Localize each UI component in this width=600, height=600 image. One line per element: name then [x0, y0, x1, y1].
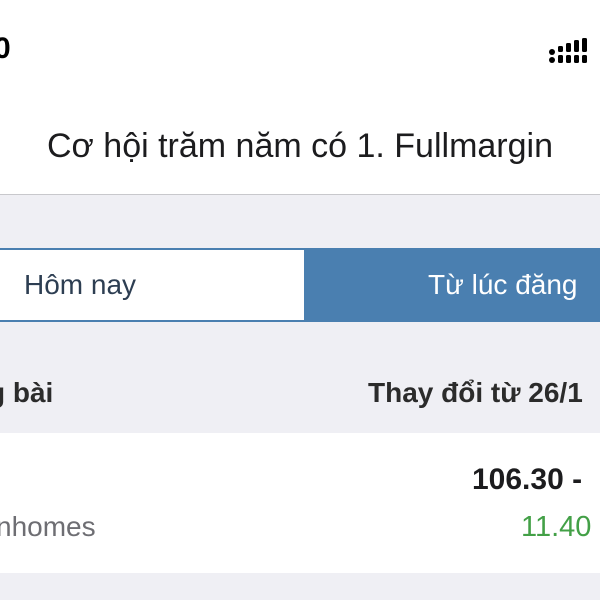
segment-since-posted-label: Từ lúc đăng [428, 269, 578, 300]
column-header-left: g bài [0, 377, 54, 408]
stock-name: nhomes [0, 511, 96, 542]
column-header-right: Thay đổi từ 26/1 [368, 377, 583, 408]
segment-today[interactable]: Hôm nay [0, 250, 304, 320]
column-header: g bài Thay đổi từ 26/1 [0, 360, 600, 432]
status-bar: 0 [0, 0, 600, 100]
segment-today-label: Hôm nay [24, 269, 137, 300]
nav-header: Cơ hội trăm năm có 1. Fullmargin [0, 100, 600, 195]
stock-change: 11.40 [521, 511, 592, 543]
list-item[interactable]: nhomes 106.30 - 11.40 [0, 433, 600, 573]
screen: 0 Cơ hội trăm năm có 1. Fullmargin Hôm n… [0, 0, 600, 600]
period-segmented-control: Hôm nay Từ lúc đăng [0, 248, 600, 322]
status-time: 0 [0, 32, 12, 65]
page-title: Cơ hội trăm năm có 1. Fullmargin [46, 127, 553, 165]
stock-price: 106.30 - [472, 463, 583, 496]
signal-bars-icon [549, 38, 587, 63]
list-separator [0, 573, 600, 600]
segment-since-posted[interactable]: Từ lúc đăng [304, 250, 600, 320]
